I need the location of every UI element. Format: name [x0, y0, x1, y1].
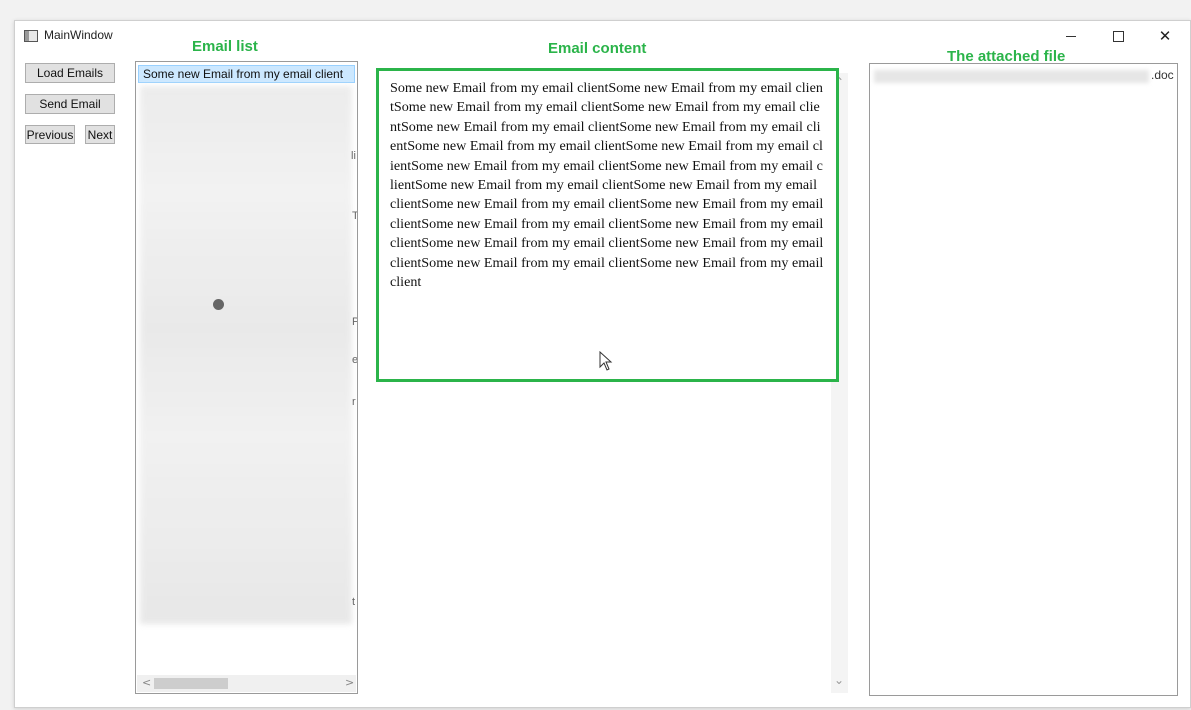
scrollbar-thumb[interactable] [154, 678, 228, 689]
list-item-selected[interactable]: Some new Email from my email client [138, 65, 355, 83]
window-title: MainWindow [44, 28, 113, 42]
app-window-icon [24, 30, 38, 42]
loading-dot [213, 299, 224, 310]
list-text-fragment: e [352, 354, 358, 366]
list-text-fragment: r [352, 396, 356, 408]
minimize-icon [1066, 35, 1076, 37]
list-text-fragment: P [352, 316, 357, 328]
main-window: MainWindow ✕ Email list Email content Th… [14, 20, 1191, 708]
maximize-icon [1112, 30, 1124, 42]
maximize-button[interactable] [1095, 21, 1141, 51]
previous-button[interactable]: Previous [25, 125, 75, 144]
load-emails-button[interactable]: Load Emails [25, 63, 115, 83]
attachment-file-extension[interactable]: .doc [1151, 68, 1174, 82]
blurred-filename [874, 70, 1149, 83]
email-listbox[interactable]: Some new Email from my email client li T… [135, 61, 358, 694]
close-button[interactable]: ✕ [1142, 21, 1188, 51]
email-content-text: Some new Email from my email clientSome … [390, 80, 824, 291]
next-button[interactable]: Next [85, 125, 115, 144]
email-content-box[interactable]: Some new Email from my email clientSome … [376, 68, 839, 382]
list-text-fragment: t [352, 596, 356, 608]
list-text-fragment: T [352, 210, 357, 222]
close-icon: ✕ [1158, 27, 1172, 45]
scroll-right-icon[interactable]: > [345, 676, 354, 689]
mouse-cursor-icon [599, 351, 613, 371]
attachment-listbox[interactable]: .doc [869, 63, 1178, 696]
minimize-button[interactable] [1048, 21, 1094, 51]
list-text-fragment: li [351, 150, 356, 162]
annotation-email-content: Email content [548, 40, 647, 57]
scroll-left-icon[interactable]: < [142, 676, 151, 689]
blurred-list-items [140, 86, 352, 624]
scroll-down-icon[interactable]: ⌄ [834, 673, 844, 687]
send-email-button[interactable]: Send Email [25, 94, 115, 114]
horizontal-scrollbar[interactable]: < > [137, 675, 356, 692]
annotation-email-list: Email list [192, 38, 258, 55]
